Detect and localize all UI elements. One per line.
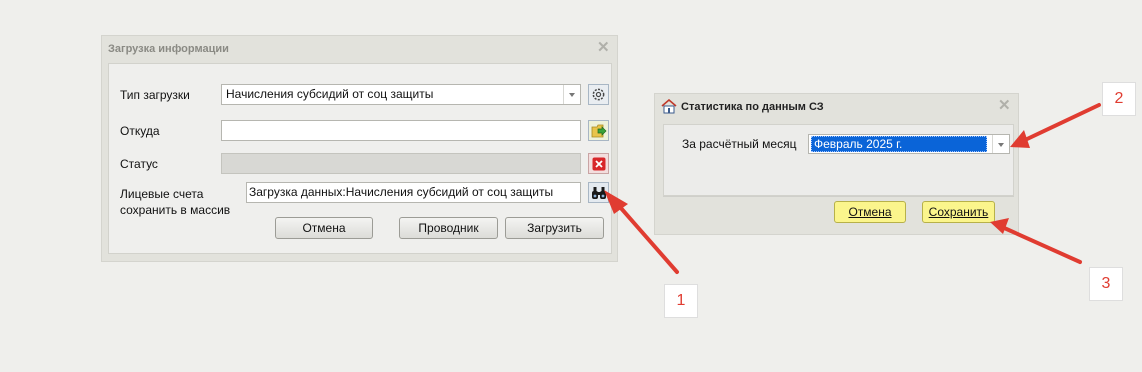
arrow-3	[1000, 225, 1082, 264]
arrow-1	[618, 205, 679, 274]
annotation-arrows	[604, 103, 1101, 274]
arrowhead-3	[990, 218, 1009, 234]
arrowhead-2	[1010, 130, 1030, 148]
arrow-2	[1023, 103, 1101, 142]
callout-3: 3	[1089, 267, 1123, 301]
callout-2: 2	[1102, 82, 1136, 116]
callout-1: 1	[664, 284, 698, 318]
